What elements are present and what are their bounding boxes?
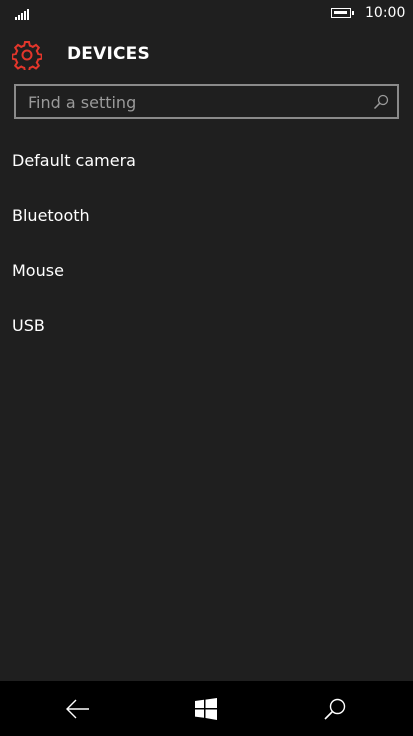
status-bar: 10:00	[0, 0, 413, 30]
settings-item-default-camera[interactable]: Default camera	[12, 151, 136, 170]
search-icon	[324, 698, 346, 720]
windows-logo-icon	[195, 697, 217, 720]
battery-icon	[331, 8, 354, 18]
clock: 10:00	[365, 5, 406, 21]
signal-strength-icon	[15, 9, 33, 20]
gear-icon	[11, 40, 43, 73]
back-arrow-icon	[66, 699, 89, 718]
settings-item-bluetooth[interactable]: Bluetooth	[12, 206, 90, 225]
settings-screen: 10:00 DEVICES Find a setting Default cam…	[0, 0, 413, 736]
search-input[interactable]: Find a setting	[14, 84, 399, 119]
search-icon[interactable]	[373, 94, 389, 110]
navigation-bar	[0, 681, 413, 736]
search-nav-button[interactable]	[305, 681, 365, 736]
settings-item-mouse[interactable]: Mouse	[12, 261, 64, 280]
back-button[interactable]	[48, 681, 108, 736]
start-button[interactable]	[176, 681, 236, 736]
page-title: DEVICES	[67, 44, 150, 64]
search-placeholder: Find a setting	[28, 93, 137, 112]
settings-item-usb[interactable]: USB	[12, 316, 45, 335]
